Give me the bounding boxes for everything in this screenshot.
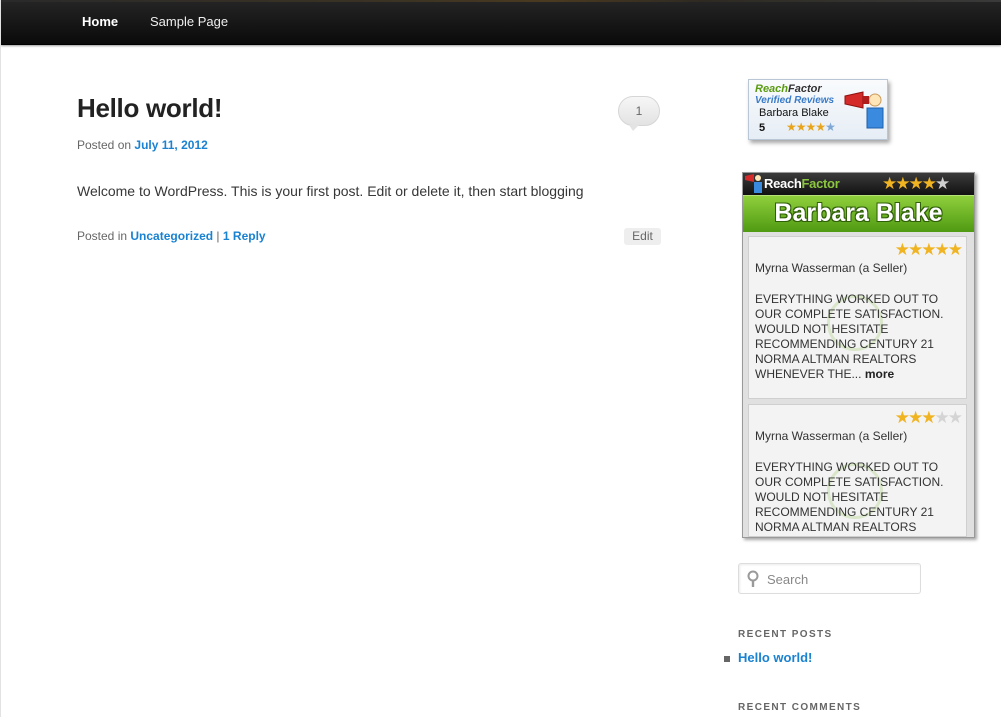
star-icon: ★ bbox=[921, 408, 936, 427]
star-icon: ★ bbox=[934, 408, 950, 427]
post-date-line: Posted on July 11, 2012 bbox=[77, 138, 208, 152]
megaphone-icon bbox=[745, 174, 762, 193]
comment-count-bubble[interactable]: 1 bbox=[618, 96, 660, 131]
widget-agent-name[interactable]: Barbara Blake bbox=[743, 199, 974, 228]
review-star-rating: ★★★★★ bbox=[894, 408, 963, 428]
star-icon: ★ bbox=[795, 120, 807, 134]
recent-comments-heading: RECENT COMMENTS bbox=[738, 702, 862, 713]
reviewer-name: Myrna Wasserman (a Seller) bbox=[755, 429, 908, 443]
widget-header: ReachFactor ★★★★★ bbox=[743, 173, 974, 195]
megaphone-mascot-icon bbox=[844, 91, 884, 129]
star-icon: ★ bbox=[815, 120, 826, 134]
reachfactor-reviews-widget: ReachFactor ★★★★★ Barbara Blake ★★★★★ My… bbox=[742, 172, 975, 538]
nav-item-home[interactable]: Home bbox=[82, 14, 118, 29]
reviewer-name: Myrna Wasserman (a Seller) bbox=[755, 261, 908, 275]
star-icon: ★ bbox=[908, 408, 923, 427]
star-icon: ★ bbox=[894, 408, 910, 427]
recent-post-item: Hello world! bbox=[724, 650, 812, 665]
comment-count: 1 bbox=[635, 104, 643, 118]
recent-posts-heading: RECENT POSTS bbox=[738, 629, 833, 640]
verified-reviews-label: Verified Reviews bbox=[755, 95, 835, 106]
meta-separator: | bbox=[216, 229, 220, 243]
reachfactor-logo: ReachFactor bbox=[755, 83, 822, 95]
star-icon: ★ bbox=[805, 120, 817, 134]
star-icon: ★ bbox=[935, 174, 950, 193]
review-text: EVERYTHING WORKED OUT TO OUR COMPLETE SA… bbox=[755, 292, 944, 381]
page: Home Sample Page Hello world! 1 Posted o… bbox=[1, 0, 1001, 717]
search-box bbox=[738, 563, 921, 594]
category-link[interactable]: Uncategorized bbox=[130, 229, 213, 243]
top-navigation: Home Sample Page bbox=[1, 0, 1001, 45]
star-icon: ★ bbox=[908, 240, 923, 259]
star-icon: ★ bbox=[947, 408, 963, 427]
star-icon: ★ bbox=[894, 240, 910, 259]
review-card: ★★★★★ Myrna Wasserman (a Seller) EVERYTH… bbox=[748, 236, 967, 399]
reply-link[interactable]: 1 Reply bbox=[223, 229, 266, 243]
post-content: Welcome to WordPress. This is your first… bbox=[77, 183, 584, 199]
search-input[interactable] bbox=[765, 569, 919, 590]
star-icon: ★ bbox=[921, 174, 937, 193]
star-icon: ★ bbox=[882, 174, 897, 193]
post-footer-meta: Posted in Uncategorized | 1 Reply bbox=[77, 229, 266, 243]
more-link[interactable]: more bbox=[865, 367, 894, 381]
badge-review-count: 5 bbox=[759, 122, 766, 134]
edit-post-button[interactable]: Edit bbox=[624, 228, 661, 245]
badge-star-rating: ★★★★★ bbox=[786, 120, 836, 134]
recent-post-link[interactable]: Hello world! bbox=[738, 650, 812, 665]
posted-on-label: Posted on bbox=[77, 138, 132, 152]
post-title[interactable]: Hello world! bbox=[77, 93, 222, 124]
widget-reachfactor-logo[interactable]: ReachFactor bbox=[764, 176, 840, 191]
posted-in-label: Posted in bbox=[77, 229, 128, 243]
reachfactor-badge[interactable]: ReachFactor Verified Reviews Barbara Bla… bbox=[748, 79, 888, 140]
star-icon: ★ bbox=[947, 240, 963, 259]
review-card: ★★★★★ Myrna Wasserman (a Seller) EVERYTH… bbox=[748, 404, 967, 537]
star-icon: ★ bbox=[934, 240, 950, 259]
review-text: EVERYTHING WORKED OUT TO OUR COMPLETE SA… bbox=[755, 460, 944, 534]
search-icon bbox=[747, 570, 759, 587]
header-image-strip bbox=[1, 0, 1001, 2]
star-icon: ★ bbox=[825, 120, 836, 134]
widget-overall-rating: ★★★★★ bbox=[882, 174, 950, 194]
list-bullet bbox=[724, 655, 730, 662]
star-icon: ★ bbox=[921, 240, 936, 259]
nav-item-sample-page[interactable]: Sample Page bbox=[150, 14, 228, 29]
agent-name-bar: Barbara Blake bbox=[743, 195, 974, 232]
review-star-rating: ★★★★★ bbox=[894, 240, 963, 260]
star-icon: ★ bbox=[908, 174, 924, 193]
star-icon: ★ bbox=[786, 120, 797, 134]
post-date-link[interactable]: July 11, 2012 bbox=[134, 138, 207, 152]
bubble-tail bbox=[629, 125, 639, 131]
star-icon: ★ bbox=[895, 174, 910, 193]
badge-agent-name: Barbara Blake bbox=[759, 107, 829, 119]
